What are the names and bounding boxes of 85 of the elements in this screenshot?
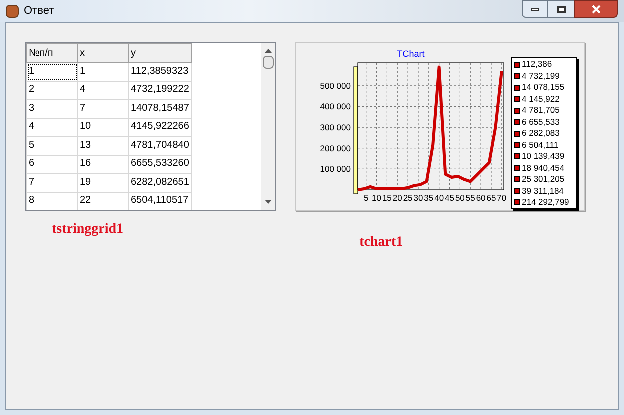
legend-swatch (514, 73, 520, 80)
table-cell: 112,3859323 (128, 62, 192, 81)
vertical-scrollbar[interactable] (261, 43, 275, 210)
legend-label: 4 781,705 (522, 106, 560, 115)
legend-label: 39 311,184 (522, 186, 564, 196)
x-tick-label: 10 (372, 193, 382, 203)
legend-label: 112,386 (522, 60, 552, 69)
x-tick-label: 25 (403, 193, 413, 203)
legend-swatch (514, 119, 520, 126)
legend-swatch (514, 188, 520, 194)
column-header: x (78, 44, 128, 62)
close-icon (592, 4, 600, 14)
table-cell: 14078,15487 (128, 100, 192, 118)
scrollbar-thumb[interactable] (262, 56, 274, 69)
table-cell: 13 (78, 136, 128, 155)
table-cell: 7 (26, 174, 78, 192)
legend-label: 6 655,533 (522, 118, 560, 126)
table-cell: 1 (26, 62, 78, 81)
column-header: y (128, 44, 192, 62)
table-cell: 6504,110517 (128, 192, 192, 210)
x-tick-label: 45 (445, 193, 454, 203)
scroll-down-icon (264, 200, 272, 204)
legend-swatch (514, 199, 520, 206)
legend-label: 18 940,454 (522, 164, 565, 172)
x-tick-label: 30 (414, 193, 424, 203)
x-tick-label: 70 (497, 193, 507, 203)
table-cell: 4 (26, 118, 78, 136)
app-icon (6, 4, 19, 18)
window-title: Ответ (24, 4, 54, 19)
x-tick-label: 35 (424, 193, 434, 203)
close-button[interactable] (574, 0, 618, 18)
table-cell: 22 (78, 192, 128, 210)
column-header: №п/п (26, 44, 78, 62)
x-tick-label: 40 (434, 193, 444, 203)
x-tick-label: 55 (466, 193, 476, 203)
caption: tchart1 (360, 234, 404, 252)
legend-swatch (514, 108, 520, 114)
legend-swatch (514, 130, 520, 137)
table-cell: 6282,082651 (128, 174, 192, 192)
legend-label: 4 732,199 (522, 72, 560, 80)
y-tick-label: 500 000 (320, 80, 351, 91)
y-tick-label: 400 000 (320, 102, 351, 112)
legend-swatch (514, 142, 520, 148)
legend-label: 10 139,439 (522, 152, 565, 161)
table-cell: 6655,533260 (128, 155, 192, 174)
minimize-button[interactable] (522, 0, 548, 18)
table-cell: 16 (78, 155, 128, 174)
legend-swatch (514, 176, 520, 182)
table-cell: 7 (78, 100, 128, 118)
table-cell: 5 (26, 136, 78, 155)
legend-label: 6 282,083 (522, 129, 560, 138)
table-cell: 3 (26, 100, 78, 118)
maximize-button[interactable] (548, 0, 574, 18)
x-tick-label: 15 (382, 193, 392, 203)
legend-swatch (514, 62, 520, 68)
y-tick-label: 200 000 (320, 143, 351, 154)
x-tick-label: 5 (364, 193, 369, 203)
table-cell: 4145,922266 (128, 118, 192, 136)
table-cell: 6 (26, 155, 78, 174)
table-cell: 4781,704840 (128, 136, 192, 155)
x-tick-label: 60 (476, 193, 486, 203)
legend-label: 6 504,111 (522, 140, 559, 150)
y-tick-label: 100 000 (320, 164, 351, 174)
y-tick-label: 300 000 (320, 122, 351, 133)
legend-label: 214 292,799 (522, 198, 570, 207)
x-tick-label: 65 (486, 193, 496, 203)
legend-label: 4 145,922 (522, 94, 560, 104)
table-cell: 19 (78, 174, 128, 192)
scroll-up-icon (264, 49, 272, 53)
legend-swatch (514, 96, 520, 102)
table-cell: 10 (78, 118, 128, 136)
caption: tstringgrid1 (52, 221, 124, 239)
table-cell: 2 (26, 81, 78, 100)
table-cell: 8 (26, 192, 78, 210)
table-cell: 4732,199222 (128, 81, 192, 100)
x-tick-label: 50 (455, 193, 465, 203)
x-tick-label: 20 (392, 193, 402, 203)
legend-label: 14 078,155 (522, 83, 565, 92)
legend-swatch (514, 84, 520, 91)
legend-swatch (514, 164, 520, 171)
table-cell: 1 (78, 62, 128, 81)
legend-swatch (514, 153, 520, 160)
legend-label: 25 301,205 (522, 175, 565, 184)
chart-title: TChart (397, 49, 425, 59)
table-cell: 4 (78, 81, 128, 100)
